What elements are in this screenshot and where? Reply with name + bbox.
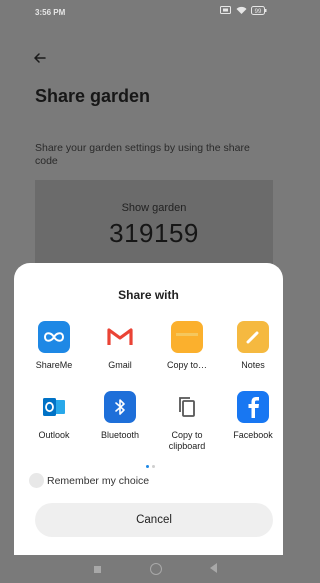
status-time: 3:56 PM <box>35 8 66 17</box>
share-target-gmail[interactable]: Gmail <box>88 321 152 371</box>
sim-icon <box>219 6 231 16</box>
share-target-copy-to-clipboard[interactable]: Copy to clipboard <box>155 391 219 452</box>
recent-apps-button[interactable] <box>94 566 101 573</box>
clipboard-icon <box>171 391 203 423</box>
share-target-facebook[interactable]: Facebook <box>221 391 285 441</box>
page-dot <box>152 465 155 468</box>
share-code-card: Show garden 319159 <box>35 180 273 266</box>
remember-choice-label: Remember my choice <box>47 474 150 487</box>
app-label: Outlook <box>38 430 70 440</box>
navigation-bar <box>14 555 283 583</box>
page-description: Share your garden settings by using the … <box>35 142 250 167</box>
page-dot-active <box>146 465 149 468</box>
app-label: ShareMe <box>35 360 73 370</box>
notes-icon <box>237 321 269 353</box>
share-code-label: Show garden <box>121 202 187 214</box>
home-button[interactable] <box>150 563 162 575</box>
page-indicator <box>146 465 155 468</box>
page-title: Share garden <box>35 86 151 106</box>
app-label: Facebook <box>233 430 273 440</box>
share-sheet-title: Share with <box>118 288 179 302</box>
share-code-value: 319159 <box>109 218 199 248</box>
back-arrow-icon[interactable] <box>34 50 46 68</box>
bluetooth-icon <box>104 391 136 423</box>
share-target-outlook[interactable]: Outlook <box>22 391 86 441</box>
outlook-icon <box>38 391 70 423</box>
status-bar: 3:56 PM 99 <box>0 0 283 30</box>
app-label: Copy to clipboard <box>168 430 206 451</box>
remember-choice-toggle[interactable]: Remember my choice <box>29 473 149 488</box>
remember-checkbox[interactable] <box>29 473 44 488</box>
back-button[interactable] <box>210 563 217 573</box>
shareme-icon <box>38 321 70 353</box>
app-label: Notes <box>241 360 265 370</box>
app-label: Bluetooth <box>100 430 140 440</box>
gmail-icon <box>104 321 136 353</box>
facebook-icon <box>237 391 269 423</box>
app-label: Gmail <box>108 360 132 370</box>
battery-level: 99 <box>255 9 262 15</box>
folder-icon <box>171 321 203 353</box>
share-target-shareme[interactable]: ShareMe <box>22 321 86 371</box>
share-target-notes[interactable]: Notes <box>221 321 285 371</box>
share-sheet: Share with ShareMe Gmail Copy to… Notes <box>14 263 283 555</box>
status-icons: 99 <box>219 6 267 16</box>
app-label: Copy to… <box>166 360 208 370</box>
battery-icon: 99 <box>251 6 267 16</box>
cancel-button[interactable]: Cancel <box>35 503 273 537</box>
share-target-bluetooth[interactable]: Bluetooth <box>88 391 152 441</box>
wifi-icon <box>235 6 247 16</box>
share-target-copy-to[interactable]: Copy to… <box>155 321 219 371</box>
